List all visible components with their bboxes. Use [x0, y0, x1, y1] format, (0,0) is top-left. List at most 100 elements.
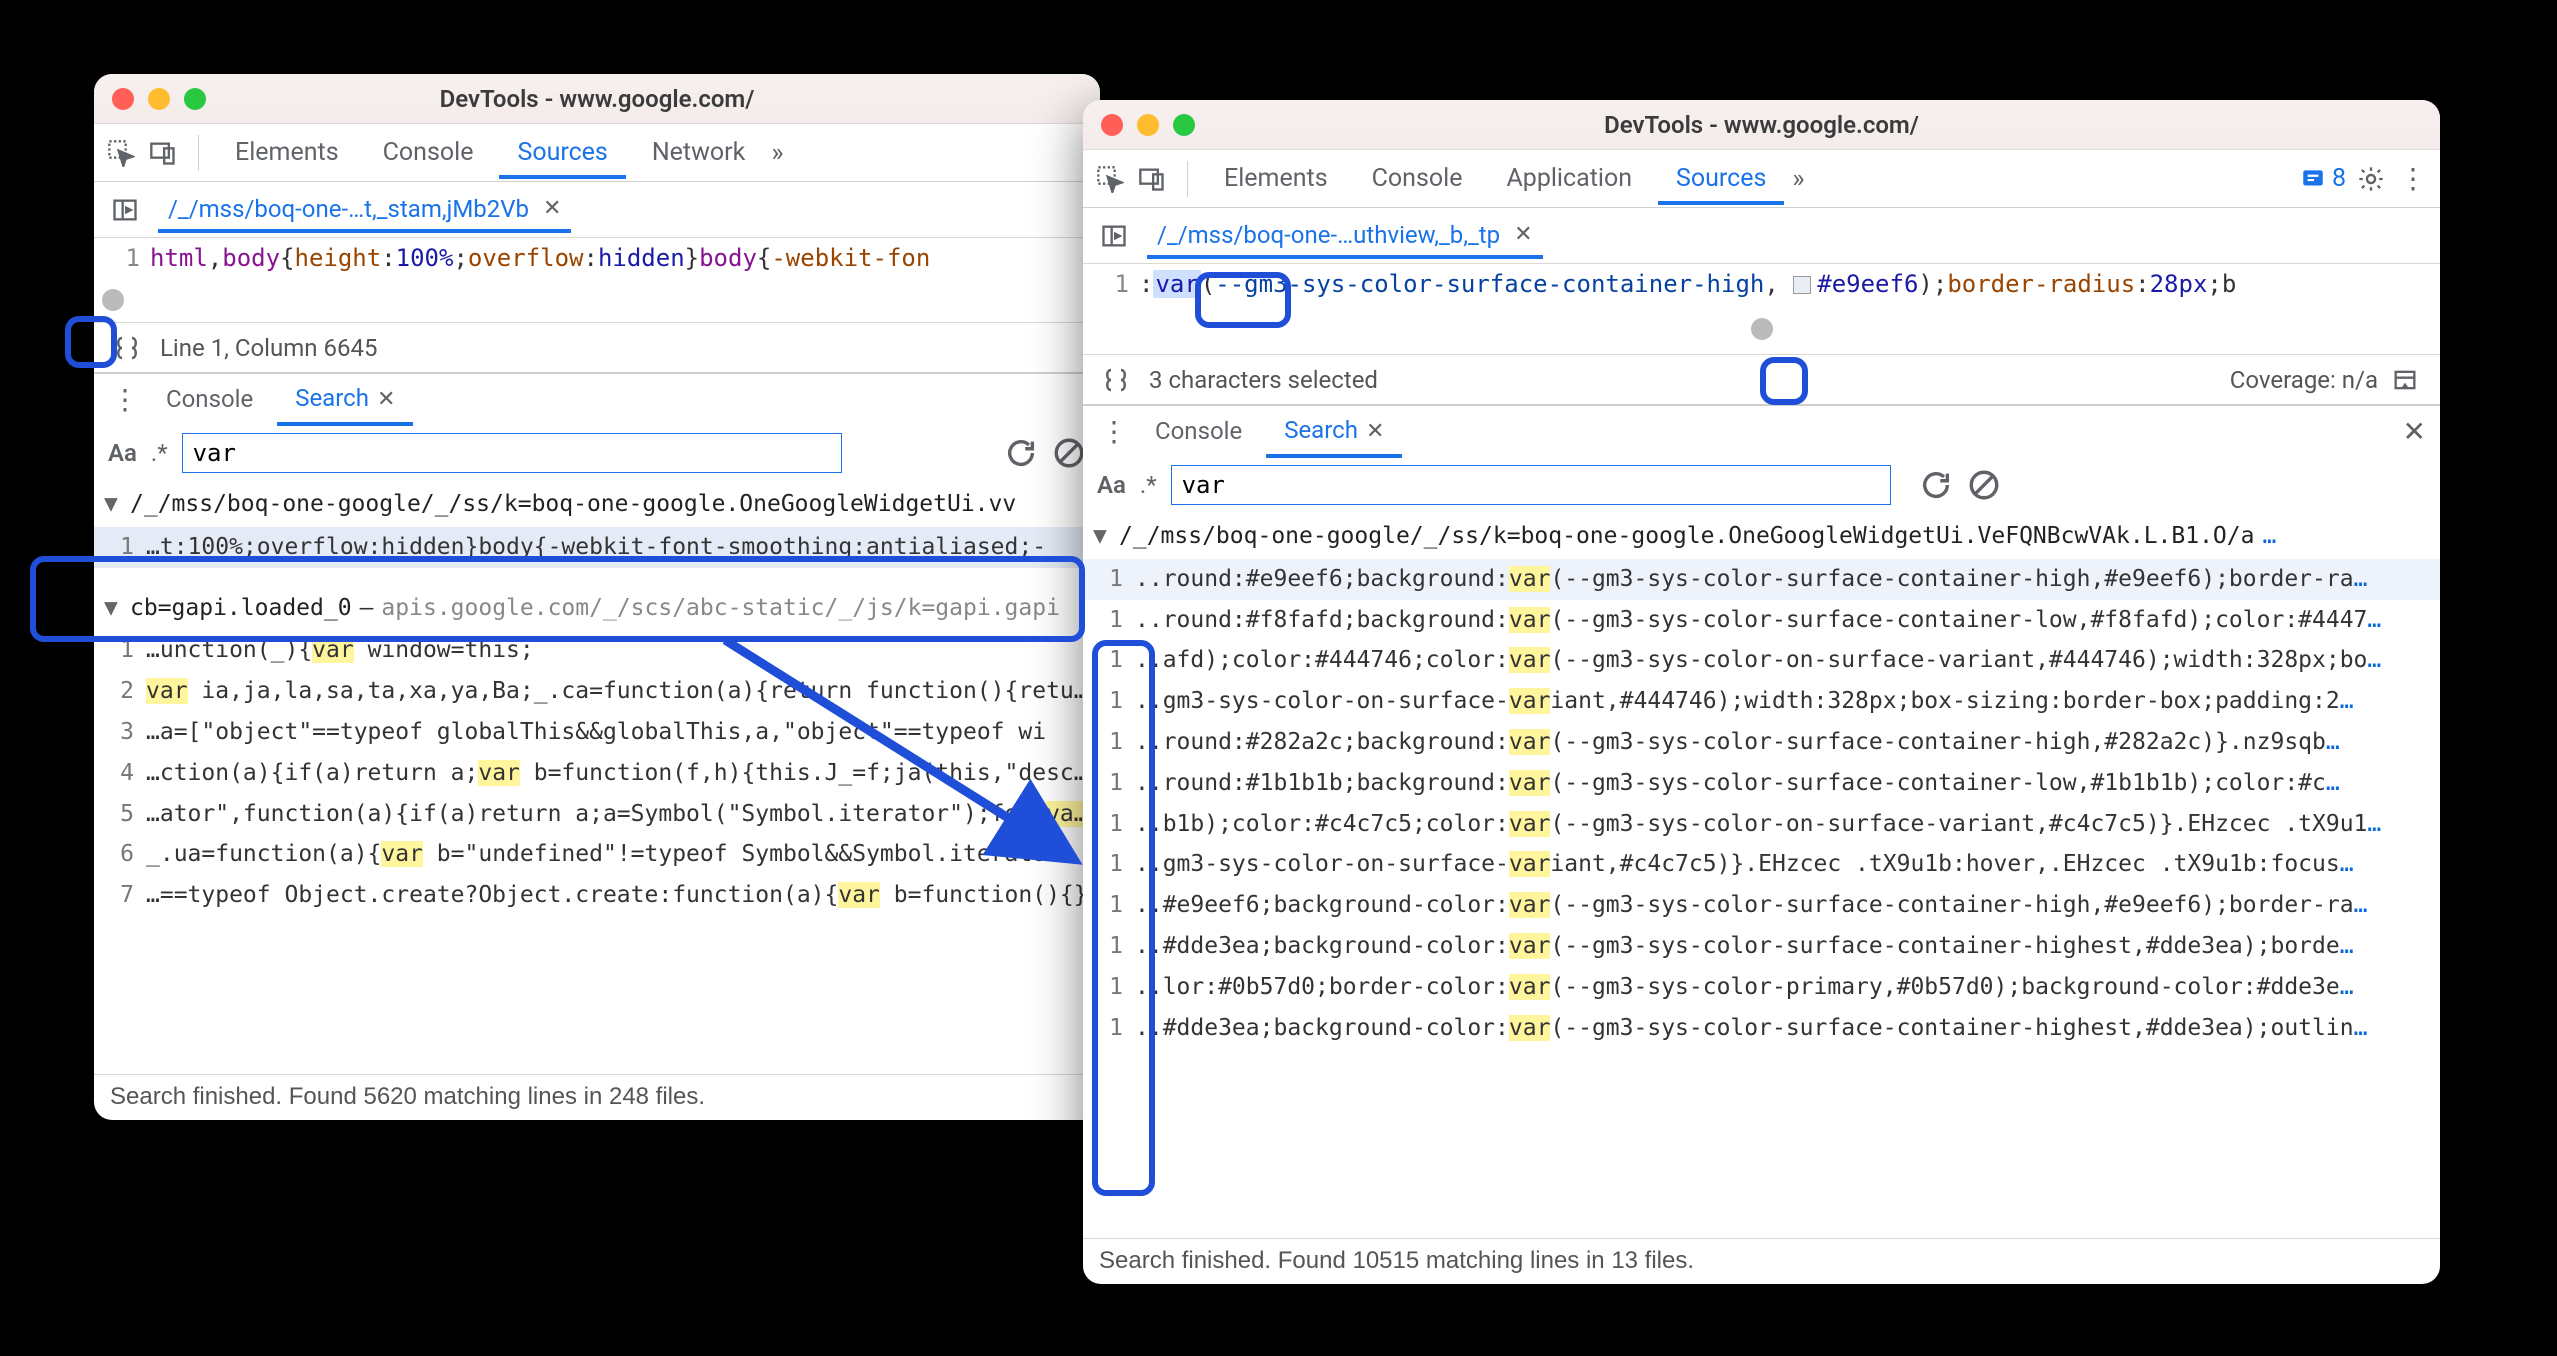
- drawer-tab-console[interactable]: Console: [148, 373, 271, 425]
- search-toolbar: Aa .*: [1083, 456, 2440, 514]
- tab-console[interactable]: Console: [365, 126, 492, 179]
- drawer-tab-strip: ⋮ Console Search✕ ✕: [1083, 404, 2440, 456]
- breakpoint-marker[interactable]: [1751, 318, 1773, 340]
- coverage-icon[interactable]: [2388, 363, 2422, 397]
- tab-sources[interactable]: Sources: [499, 126, 625, 179]
- pretty-print-icon[interactable]: [112, 333, 142, 363]
- active-file-tab[interactable]: /_/mss/boq-one-…uthview,_b,_tp ✕: [1147, 213, 1543, 259]
- drawer-menu-icon[interactable]: ⋮: [1097, 415, 1131, 448]
- match-case-toggle[interactable]: Aa: [108, 439, 137, 467]
- window-title: DevTools - www.google.com/: [1083, 111, 2440, 139]
- tab-elements[interactable]: Elements: [217, 126, 357, 179]
- tab-console[interactable]: Console: [1354, 152, 1481, 205]
- breakpoint-marker[interactable]: [102, 289, 124, 311]
- search-results[interactable]: ▼/_/mss/boq-one-google/_/ss/k=boq-one-go…: [1083, 514, 2440, 1238]
- clear-search-icon[interactable]: [1967, 468, 2001, 502]
- search-result-row[interactable]: 1..round:#1b1b1b;background:var(--gm3-sy…: [1083, 763, 2440, 804]
- search-input[interactable]: [1171, 465, 1891, 505]
- file-tab-name: /_/mss/boq-one-…t,_stam,jMb2Vb: [168, 195, 529, 223]
- tab-network[interactable]: Network: [634, 126, 763, 179]
- window-close-button[interactable]: [112, 88, 134, 110]
- color-swatch-icon[interactable]: [1793, 276, 1811, 294]
- search-input[interactable]: [182, 433, 842, 473]
- devtools-tab-strip: Elements Console Application Sources » 8…: [1083, 150, 2440, 208]
- code-editor[interactable]: 1 html,body{height:100%;overflow:hidden}…: [94, 238, 1100, 278]
- result-file-header[interactable]: ▼/_/mss/boq-one-google/_/ss/k=boq-one-go…: [94, 482, 1100, 527]
- search-result-row[interactable]: 1…unction(_){var window=this;: [94, 630, 1100, 671]
- search-result-row[interactable]: 1..#dde3ea;background-color:var(--gm3-sy…: [1083, 1008, 2440, 1049]
- window-zoom-button[interactable]: [184, 88, 206, 110]
- search-result-row[interactable]: 5…ator",function(a){if(a)return a;a=Symb…: [94, 794, 1100, 835]
- devtools-tab-strip: Elements Console Sources Network »: [94, 124, 1100, 182]
- inspect-element-icon[interactable]: [1093, 162, 1127, 196]
- refresh-search-icon[interactable]: [1919, 468, 1953, 502]
- search-result-row[interactable]: 7…==typeof Object.create?Object.create:f…: [94, 875, 1100, 916]
- devtools-window-left: DevTools - www.google.com/ Elements Cons…: [94, 74, 1100, 1120]
- search-result-row[interactable]: 1..gm3-sys-color-on-surface-variant,#444…: [1083, 681, 2440, 722]
- window-zoom-button[interactable]: [1173, 114, 1195, 136]
- search-results[interactable]: ▼/_/mss/boq-one-google/_/ss/k=boq-one-go…: [94, 482, 1100, 1074]
- search-result-row[interactable]: 1…t:100%;overflow:hidden}body{-webkit-fo…: [94, 527, 1100, 568]
- close-drawer-icon[interactable]: ✕: [2403, 415, 2426, 448]
- devtools-window-right: DevTools - www.google.com/ Elements Cons…: [1083, 100, 2440, 1284]
- pretty-print-icon[interactable]: [1101, 365, 1131, 395]
- devtools-menu-icon[interactable]: ⋮: [2396, 162, 2430, 196]
- active-file-tab[interactable]: /_/mss/boq-one-…t,_stam,jMb2Vb ✕: [158, 187, 571, 233]
- window-minimize-button[interactable]: [148, 88, 170, 110]
- search-result-row[interactable]: 6_.ua=function(a){var b="undefined"!=typ…: [94, 834, 1100, 875]
- close-tab-icon[interactable]: ✕: [543, 196, 561, 221]
- drawer-tab-search[interactable]: Search✕: [277, 372, 413, 426]
- search-result-row[interactable]: 1..lor:#0b57d0;border-color:var(--gm3-sy…: [1083, 967, 2440, 1008]
- line-number: 1: [94, 244, 150, 272]
- search-result-row[interactable]: 3…a=["object"==typeof globalThis&&global…: [94, 712, 1100, 753]
- inspect-element-icon[interactable]: [104, 136, 138, 170]
- selection-status: 3 characters selected: [1149, 366, 1378, 394]
- close-drawer-tab-icon[interactable]: ✕: [377, 387, 395, 412]
- editor-status-bar: Line 1, Column 6645: [94, 322, 1100, 372]
- device-toolbar-icon[interactable]: [146, 136, 180, 170]
- search-result-row[interactable]: 4…ction(a){if(a)return a;var b=function(…: [94, 753, 1100, 794]
- code-editor[interactable]: 1 :var(--gm3-sys-color-surface-container…: [1083, 264, 2440, 304]
- file-tab-strip: /_/mss/boq-one-…uthview,_b,_tp ✕: [1083, 208, 2440, 264]
- tab-sources[interactable]: Sources: [1658, 152, 1784, 205]
- search-status-footer: Search finished. Found 5620 matching lin…: [94, 1074, 1100, 1120]
- close-drawer-tab-icon[interactable]: ✕: [1366, 419, 1384, 444]
- search-result-row[interactable]: 1..round:#282a2c;background:var(--gm3-sy…: [1083, 722, 2440, 763]
- close-tab-icon[interactable]: ✕: [1514, 222, 1532, 247]
- search-result-row[interactable]: 1..round:#f8fafd;background:var(--gm3-sy…: [1083, 600, 2440, 641]
- more-tabs-icon[interactable]: »: [1792, 164, 1804, 194]
- show-navigator-icon[interactable]: [108, 193, 142, 227]
- code-line: :var(--gm3-sys-color-surface-container-h…: [1139, 270, 2236, 298]
- line-number: 1: [1083, 270, 1139, 298]
- drawer-tab-strip: ⋮ Console Search✕: [94, 372, 1100, 424]
- window-close-button[interactable]: [1101, 114, 1123, 136]
- drawer-tab-search[interactable]: Search✕: [1266, 404, 1402, 458]
- refresh-search-icon[interactable]: [1004, 436, 1038, 470]
- device-toolbar-icon[interactable]: [1135, 162, 1169, 196]
- settings-icon[interactable]: [2354, 162, 2388, 196]
- drawer-tab-console[interactable]: Console: [1137, 405, 1260, 457]
- search-result-row[interactable]: 1..#e9eef6;background-color:var(--gm3-sy…: [1083, 885, 2440, 926]
- file-tab-name: /_/mss/boq-one-…uthview,_b,_tp: [1157, 221, 1500, 249]
- search-result-row[interactable]: 1..#dde3ea;background-color:var(--gm3-sy…: [1083, 926, 2440, 967]
- match-case-toggle[interactable]: Aa: [1097, 471, 1126, 499]
- show-navigator-icon[interactable]: [1097, 219, 1131, 253]
- clear-search-icon[interactable]: [1052, 436, 1086, 470]
- tab-application[interactable]: Application: [1488, 152, 1650, 205]
- drawer-menu-icon[interactable]: ⋮: [108, 383, 142, 416]
- search-result-row[interactable]: 1..afd);color:#444746;color:var(--gm3-sy…: [1083, 640, 2440, 681]
- search-result-row[interactable]: 2var ia,ja,la,sa,ta,xa,ya,Ba;_.ca=functi…: [94, 671, 1100, 712]
- tab-elements[interactable]: Elements: [1206, 152, 1346, 205]
- more-tabs-icon[interactable]: »: [771, 138, 783, 168]
- result-file-header[interactable]: ▼/_/mss/boq-one-google/_/ss/k=boq-one-go…: [1083, 514, 2440, 559]
- regex-toggle[interactable]: .*: [151, 439, 168, 467]
- search-result-row[interactable]: 1..round:#e9eef6;background:var(--gm3-sy…: [1083, 559, 2440, 600]
- search-result-row[interactable]: 1..gm3-sys-color-on-surface-variant,#c4c…: [1083, 844, 2440, 885]
- issues-button[interactable]: 8: [2300, 164, 2346, 193]
- titlebar: DevTools - www.google.com/: [94, 74, 1100, 124]
- window-minimize-button[interactable]: [1137, 114, 1159, 136]
- search-result-row[interactable]: 1..b1b);color:#c4c7c5;color:var(--gm3-sy…: [1083, 804, 2440, 845]
- regex-toggle[interactable]: .*: [1140, 471, 1157, 499]
- search-status-footer: Search finished. Found 10515 matching li…: [1083, 1238, 2440, 1284]
- result-file-header[interactable]: ▼cb=gapi.loaded_0 — apis.google.com/_/sc…: [94, 586, 1100, 631]
